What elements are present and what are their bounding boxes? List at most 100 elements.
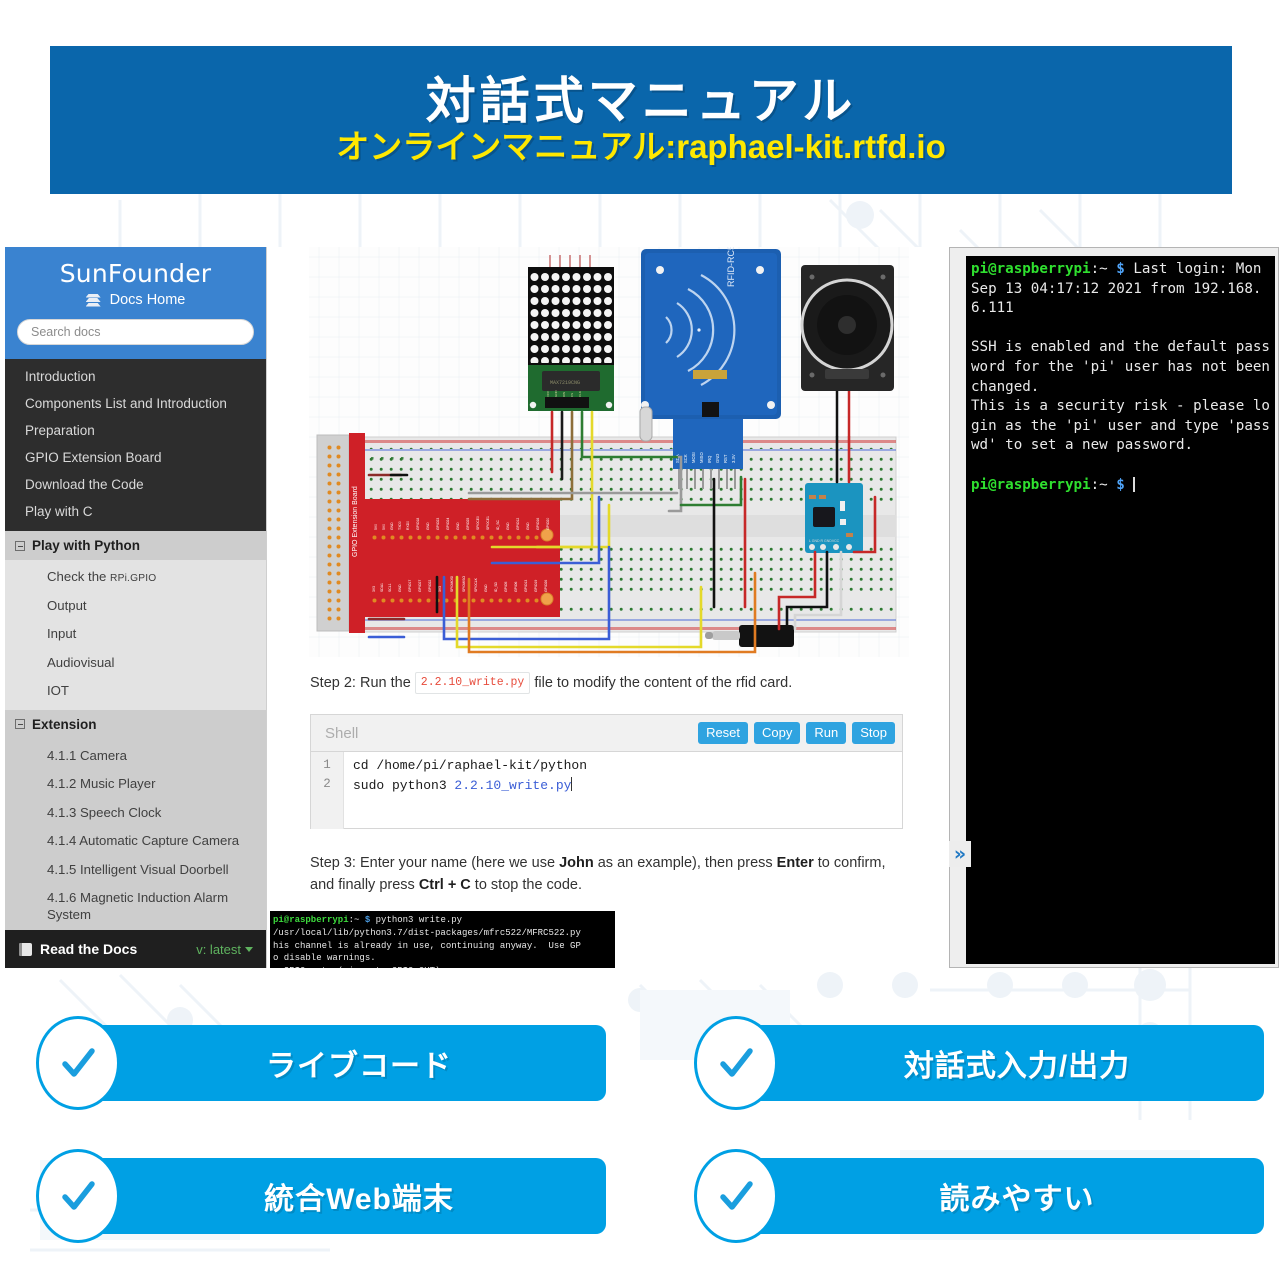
sidebar-item-output[interactable]: Output bbox=[5, 592, 266, 621]
feature-label: 統合Web端末 bbox=[264, 1183, 454, 1216]
read-the-docs-footer[interactable]: Read the Docs v: latest bbox=[5, 930, 266, 968]
feature-bar: ライブコード bbox=[56, 1025, 606, 1101]
svg-text:RST: RST bbox=[723, 454, 728, 463]
line-number-gutter: 1 2 bbox=[311, 752, 344, 829]
feature-check-badge bbox=[36, 1016, 120, 1110]
sidebar-item-iot[interactable]: IOT bbox=[5, 677, 266, 706]
banner-title: 対話式マニュアル bbox=[425, 72, 857, 129]
svg-text:MAX7219CNG: MAX7219CNG bbox=[550, 380, 580, 386]
svg-text:RFID-RC522: RFID-RC522 bbox=[726, 247, 736, 287]
sidebar-item-413-speech-clock[interactable]: 4.1.3 Speech Clock bbox=[5, 799, 266, 828]
shell-code-area[interactable]: cd /home/pi/raphael-kit/python sudo pyth… bbox=[344, 752, 902, 829]
svg-text:GPIO18: GPIO18 bbox=[416, 518, 420, 530]
sidebar-item-audiovisual[interactable]: Audiovisual bbox=[5, 649, 266, 678]
svg-text:IRQ: IRQ bbox=[707, 455, 712, 463]
mini-line-4: o disable warnings. bbox=[273, 953, 376, 964]
stop-button[interactable]: Stop bbox=[852, 722, 895, 744]
feature-item-integrated-web-terminal: 統合Web端末 bbox=[18, 1149, 606, 1266]
svg-text:SPI0CE1: SPI0CE1 bbox=[486, 516, 490, 530]
svg-text:GPIO13: GPIO13 bbox=[524, 580, 528, 592]
svg-text:ID_SC: ID_SC bbox=[496, 519, 500, 530]
sidebar-item-download-the-code[interactable]: Download the Code bbox=[5, 471, 266, 498]
sidebar-item-introduction[interactable]: Introduction bbox=[5, 363, 266, 390]
sidebar-item-414-automatic-capture-camera[interactable]: 4.1.4 Automatic Capture Camera bbox=[5, 827, 266, 856]
svg-text:GND: GND bbox=[554, 390, 558, 398]
version-selector[interactable]: v: latest bbox=[196, 942, 253, 957]
step-2-text: Step 2: Run the 2.2.10_write.py file to … bbox=[310, 672, 910, 695]
mini-line-3: his channel is already in use, continuin… bbox=[273, 940, 581, 951]
sidebar-section-play-with-python[interactable]: Play with Python bbox=[5, 531, 266, 560]
svg-text:SPI0MOSI: SPI0MOSI bbox=[450, 576, 454, 592]
shell-editor[interactable]: 1 2 cd /home/pi/raphael-kit/python sudo … bbox=[311, 752, 902, 829]
svg-text:GPIO5: GPIO5 bbox=[504, 582, 508, 592]
svg-text:GPIO25: GPIO25 bbox=[466, 518, 470, 530]
docs-home-label: Docs Home bbox=[109, 292, 186, 308]
svg-text:GPIO20: GPIO20 bbox=[546, 518, 550, 530]
minus-box-icon[interactable] bbox=[15, 540, 25, 551]
sidebar-item-preparation[interactable]: Preparation bbox=[5, 417, 266, 444]
mini-prompt-path: :~ bbox=[348, 915, 365, 925]
sidebar-item-play-with-c[interactable]: Play with C bbox=[5, 498, 266, 525]
terminal-output[interactable]: pi@raspberrypi:~ $ Last login: Mon Sep 1… bbox=[966, 256, 1275, 964]
svg-text:GND: GND bbox=[398, 584, 402, 592]
step3-ctrlc: Ctrl + C bbox=[418, 877, 471, 894]
terminal-cursor bbox=[1133, 476, 1136, 492]
sidebar-python-items: Check the RPi.GPIO Output Input Audiovis… bbox=[5, 560, 266, 710]
ssh-terminal-window: pi@raspberrypi:~ $ Last login: Mon Sep 1… bbox=[949, 247, 1279, 968]
svg-text:VCC: VCC bbox=[546, 390, 550, 397]
svg-text:5V0: 5V0 bbox=[382, 524, 386, 530]
filename-code: 2.2.10_write.py bbox=[414, 672, 531, 695]
feature-item-easy-to-read: 読みやすい bbox=[676, 1149, 1264, 1266]
svg-text:GPIO12: GPIO12 bbox=[516, 518, 520, 530]
svg-text:GND: GND bbox=[426, 522, 430, 530]
svg-text:SPI0MISO: SPI0MISO bbox=[462, 576, 466, 592]
copy-button[interactable]: Copy bbox=[754, 722, 801, 744]
svg-text:CS: CS bbox=[570, 393, 574, 397]
svg-text:MOSI: MOSI bbox=[691, 452, 696, 463]
check-icon bbox=[720, 1181, 753, 1210]
run-button[interactable]: Run bbox=[806, 722, 847, 744]
banner-subtitle: オンラインマニュアル:raphael-kit.rtfd.io bbox=[336, 128, 946, 166]
svg-text:3V3: 3V3 bbox=[438, 586, 442, 592]
svg-text:GND: GND bbox=[715, 454, 720, 463]
section-label: Extension bbox=[32, 716, 97, 732]
svg-text:GPIO16: GPIO16 bbox=[536, 518, 540, 530]
shell-toolbar: Shell Reset Copy Run Stop bbox=[311, 715, 902, 752]
svg-text:RXD0: RXD0 bbox=[406, 521, 410, 530]
sidebar-item-411-camera[interactable]: 4.1.1 Camera bbox=[5, 742, 266, 771]
sidebar-item-416-magnetic-induction-alarm-system[interactable]: 4.1.6 Magnetic Induction Alarm System bbox=[5, 884, 266, 929]
svg-text:GND: GND bbox=[484, 584, 488, 592]
svg-text:SDA1: SDA1 bbox=[380, 583, 384, 592]
svg-text:GND: GND bbox=[390, 522, 394, 530]
sidebar-item-412-music-player[interactable]: 4.1.2 Music Player bbox=[5, 770, 266, 799]
step2-after: file to modify the content of the rfid c… bbox=[530, 675, 793, 691]
terminal-prompt-user: pi@raspberrypi bbox=[971, 261, 1091, 277]
search-input[interactable] bbox=[17, 319, 254, 345]
poster-banner: 対話式マニュアル オンラインマニュアル:raphael-kit.rtfd.io bbox=[50, 46, 1232, 194]
step3-c: as an example), then press bbox=[593, 855, 777, 871]
sidebar-item-components-list[interactable]: Components List and Introduction bbox=[5, 390, 266, 417]
shell-buttons: Reset Copy Run Stop bbox=[698, 722, 895, 744]
sidebar-item-gpio-extension-board[interactable]: GPIO Extension Board bbox=[5, 444, 266, 471]
double-chevron-right-icon[interactable]: » bbox=[949, 841, 971, 867]
svg-text:GPIO24: GPIO24 bbox=[446, 518, 450, 530]
code-line-2-prefix: sudo python3 bbox=[353, 777, 455, 793]
step3-enter: Enter bbox=[776, 855, 814, 871]
minus-box-icon[interactable] bbox=[15, 719, 25, 730]
feature-bar: 対話式入力/出力 bbox=[714, 1025, 1264, 1101]
sidebar-item-415-intelligent-visual-doorbell[interactable]: 4.1.5 Intelligent Visual Doorbell bbox=[5, 856, 266, 885]
feature-bar: 統合Web端末 bbox=[56, 1158, 606, 1234]
feature-label: 対話式入力/出力 bbox=[903, 1050, 1131, 1083]
sidebar-item-check-the-rpi-gpio[interactable]: Check the RPi.GPIO bbox=[5, 563, 266, 592]
svg-text:GPIO Extension Board: GPIO Extension Board bbox=[352, 486, 359, 557]
sidebar-item-input[interactable]: Input bbox=[5, 620, 266, 649]
sidebar-header: SunFounder Docs Home bbox=[5, 247, 266, 359]
sidebar-docs-home-link[interactable]: Docs Home bbox=[17, 292, 254, 308]
svg-text:ID_SD: ID_SD bbox=[494, 581, 498, 592]
step-3-text: Step 3: Enter your name (here we use Joh… bbox=[310, 852, 900, 897]
mini-prompt-symbol: $ bbox=[364, 915, 376, 925]
svg-text:CLK: CLK bbox=[578, 391, 582, 397]
sidebar-section-extension[interactable]: Extension bbox=[5, 709, 266, 739]
reset-button[interactable]: Reset bbox=[698, 722, 749, 744]
docs-sidebar: SunFounder Docs Home Introduction Compon… bbox=[5, 247, 267, 968]
